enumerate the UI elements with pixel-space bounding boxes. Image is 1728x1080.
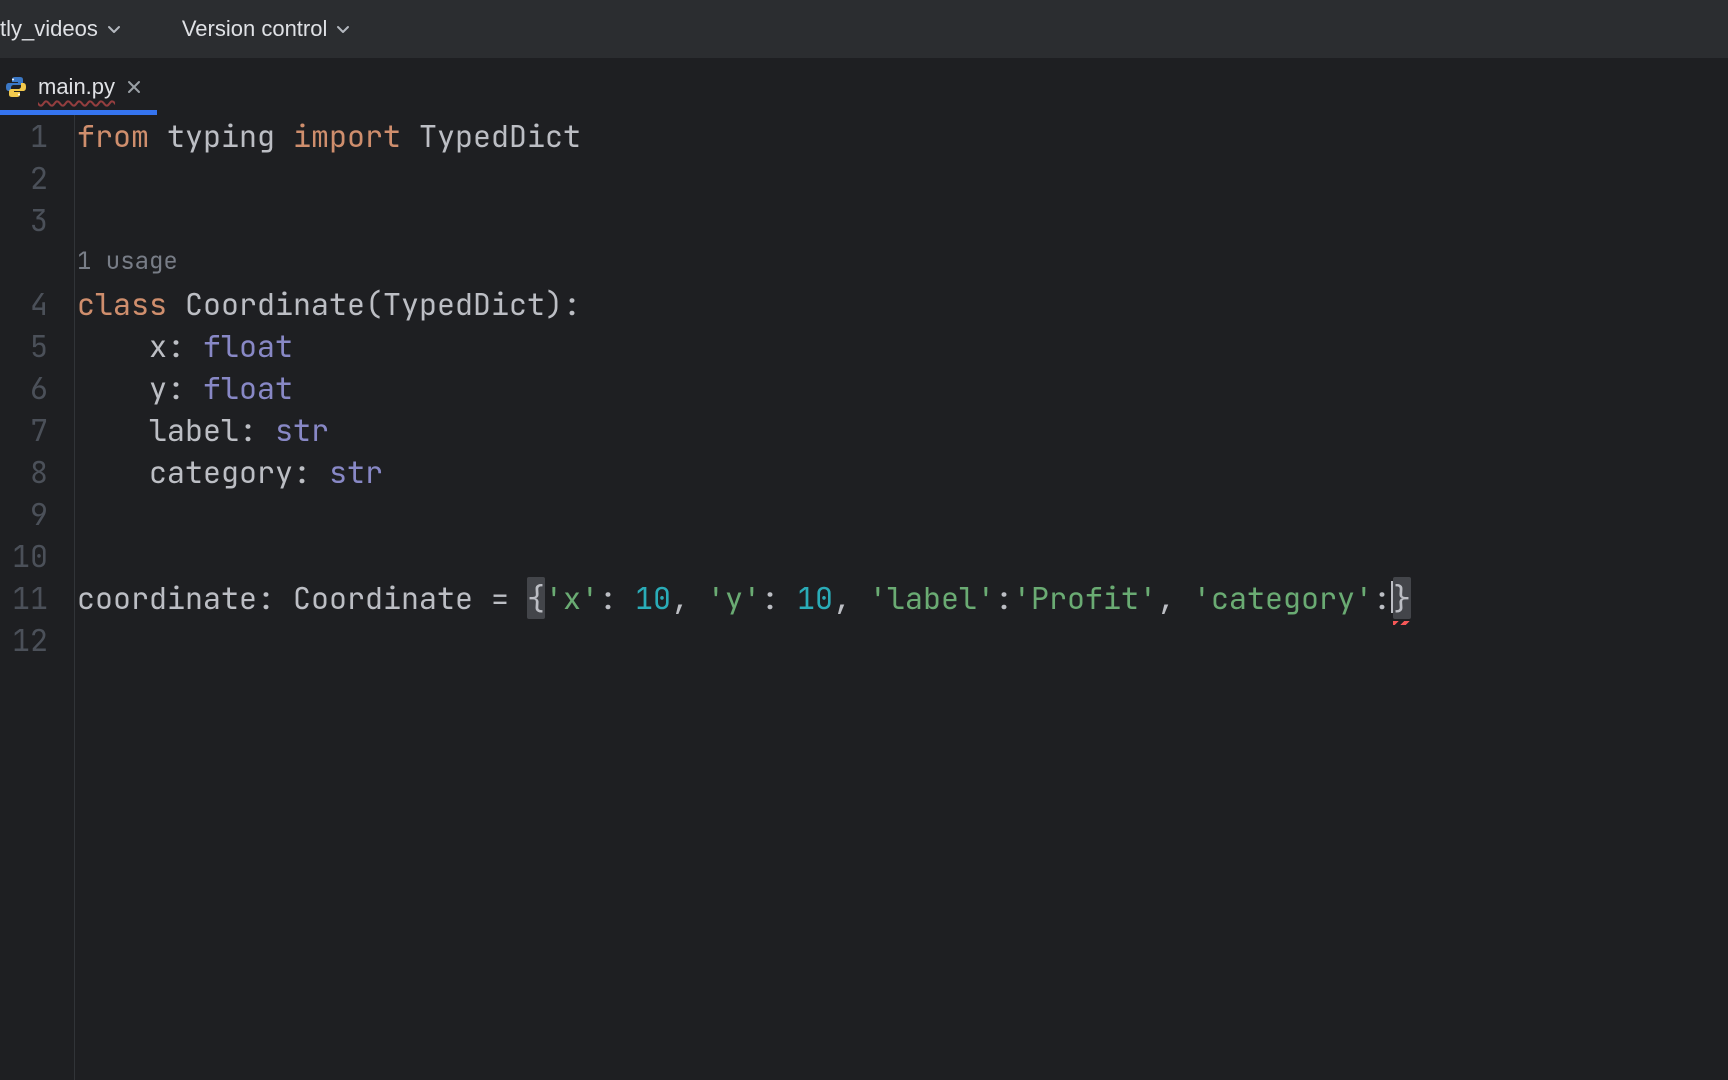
code-line[interactable]: class Coordinate(TypedDict): bbox=[77, 283, 1728, 325]
code-line[interactable]: y: float bbox=[77, 367, 1728, 409]
token-identifier: x bbox=[149, 325, 167, 367]
code-line[interactable]: x: float bbox=[77, 325, 1728, 367]
token-string: 'Profit' bbox=[1013, 577, 1157, 619]
code-content[interactable]: from typing import TypedDict 1 usage cla… bbox=[75, 115, 1728, 1080]
line-number: 11 bbox=[0, 577, 48, 619]
token-string: 'category' bbox=[1193, 577, 1373, 619]
code-line[interactable] bbox=[77, 619, 1728, 661]
line-number: 6 bbox=[0, 367, 48, 409]
token-identifier: coordinate bbox=[77, 577, 257, 619]
line-number: 3 bbox=[0, 199, 48, 241]
editor-tab-bar: main.py bbox=[0, 59, 1728, 115]
line-number: 8 bbox=[0, 451, 48, 493]
line-number: 12 bbox=[0, 619, 48, 661]
inlay-hint: 1 usage bbox=[77, 241, 1728, 283]
token-type: str bbox=[275, 409, 329, 451]
project-selector[interactable]: tly_videos bbox=[0, 16, 132, 42]
tab-filename: main.py bbox=[38, 74, 115, 100]
token-number: 10 bbox=[635, 577, 671, 619]
line-number: 10 bbox=[0, 535, 48, 577]
code-line[interactable] bbox=[77, 535, 1728, 577]
line-number: 4 bbox=[0, 283, 48, 325]
code-editor[interactable]: 1 2 3 4 5 6 7 8 9 10 11 12 from typing i… bbox=[0, 115, 1728, 1080]
code-line[interactable] bbox=[77, 199, 1728, 241]
token-keyword: class bbox=[77, 283, 167, 325]
token-keyword: import bbox=[293, 115, 401, 157]
token-identifier: label bbox=[149, 409, 239, 451]
code-line[interactable] bbox=[77, 157, 1728, 199]
chevron-down-icon bbox=[335, 21, 351, 37]
chevron-down-icon bbox=[106, 21, 122, 37]
top-toolbar: tly_videos Version control bbox=[0, 0, 1728, 59]
token-type: str bbox=[329, 451, 383, 493]
editor-tab-main-py[interactable]: main.py bbox=[0, 59, 157, 115]
close-icon[interactable] bbox=[125, 78, 143, 96]
token-string: 'x' bbox=[545, 577, 599, 619]
project-label: tly_videos bbox=[0, 16, 98, 42]
token-number: 10 bbox=[797, 577, 833, 619]
token-string: 'y' bbox=[707, 577, 761, 619]
python-file-icon bbox=[4, 75, 28, 99]
token-keyword: from bbox=[77, 115, 149, 157]
code-line[interactable]: from typing import TypedDict bbox=[77, 115, 1728, 157]
token-type: Coordinate bbox=[293, 577, 473, 619]
line-number: 2 bbox=[0, 157, 48, 199]
code-line[interactable] bbox=[77, 493, 1728, 535]
token-type: float bbox=[203, 367, 293, 409]
code-line[interactable]: category: str bbox=[77, 451, 1728, 493]
token-identifier: TypedDict bbox=[419, 115, 581, 157]
token-identifier: category bbox=[149, 451, 293, 493]
usage-hint: 1 usage bbox=[77, 241, 178, 283]
token-identifier: y bbox=[149, 367, 167, 409]
code-line[interactable]: label: str bbox=[77, 409, 1728, 451]
line-number-gutter: 1 2 3 4 5 6 7 8 9 10 11 12 bbox=[0, 115, 75, 1080]
token-string: 'label' bbox=[869, 577, 995, 619]
line-number: 9 bbox=[0, 493, 48, 535]
brace-match: } bbox=[1393, 577, 1411, 619]
vcs-label: Version control bbox=[182, 16, 328, 42]
token-identifier: typing bbox=[167, 115, 275, 157]
line-number bbox=[0, 241, 48, 283]
line-number: 1 bbox=[0, 115, 48, 157]
token-identifier: TypedDict bbox=[383, 283, 545, 325]
code-line[interactable]: coordinate: Coordinate = {'x': 10, 'y': … bbox=[77, 577, 1728, 619]
vcs-selector[interactable]: Version control bbox=[182, 16, 362, 42]
line-number: 7 bbox=[0, 409, 48, 451]
token-type: float bbox=[203, 325, 293, 367]
brace-match: { bbox=[527, 577, 545, 619]
line-number: 5 bbox=[0, 325, 48, 367]
token-classname: Coordinate bbox=[185, 283, 365, 325]
